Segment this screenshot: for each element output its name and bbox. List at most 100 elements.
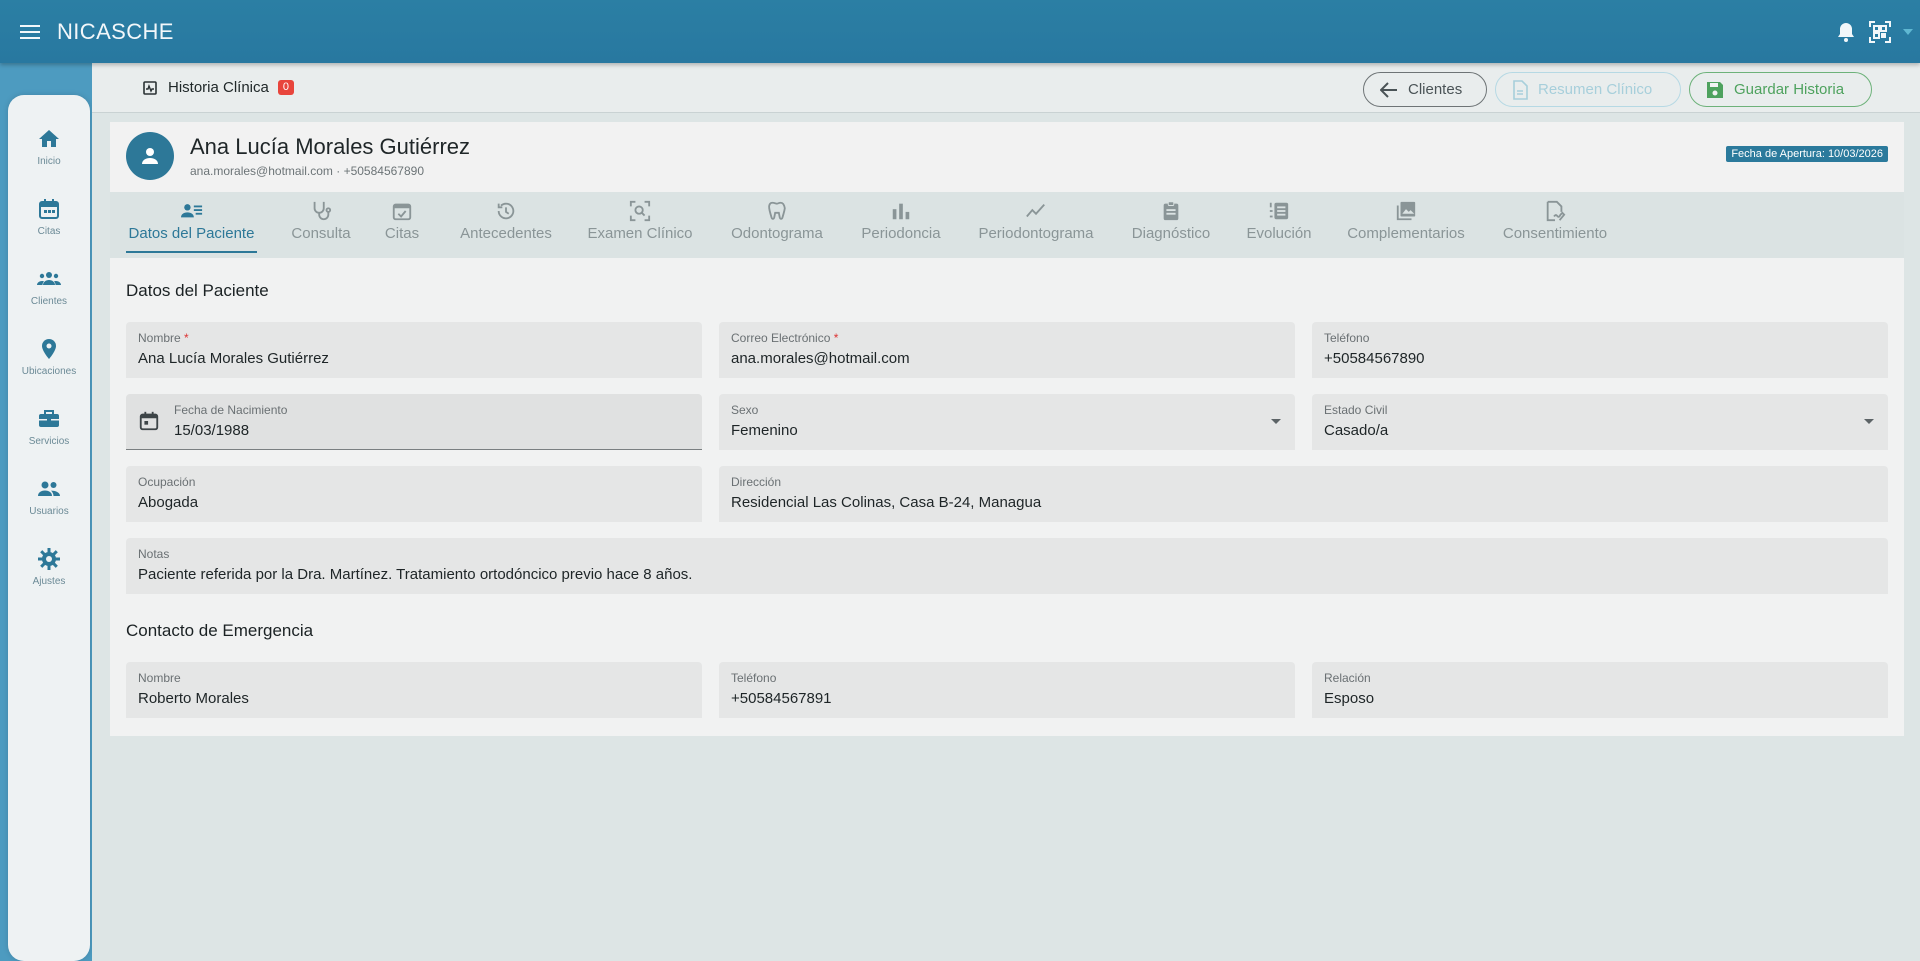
gear-icon: [38, 548, 60, 570]
dropdown-caret-icon: [1864, 419, 1874, 424]
field-label: Dirección: [731, 475, 782, 489]
field-value: Ana Lucía Morales Gutiérrez: [138, 350, 329, 367]
sidebar-item-inicio[interactable]: Inicio: [8, 127, 90, 187]
qr-code-icon[interactable]: [1866, 18, 1894, 46]
field-value: Paciente referida por la Dra. Martínez. …: [138, 566, 693, 583]
tab-complementarios[interactable]: Complementarios: [1344, 200, 1468, 254]
person-icon: [142, 148, 158, 164]
tab-odontograma[interactable]: Odontograma: [726, 200, 828, 254]
sidebar-item-label: Ajustes: [32, 576, 66, 587]
sidebar-item-citas[interactable]: Citas: [8, 197, 90, 257]
field-label: Teléfono: [1324, 331, 1370, 345]
tab-diagnostico[interactable]: Diagnóstico: [1128, 200, 1214, 254]
field-value: Femenino: [731, 422, 798, 439]
resumen-button-label: Resumen Clínico: [1538, 81, 1653, 98]
back-to-clientes-button[interactable]: Clientes: [1363, 72, 1487, 107]
app-title: NICASCHE: [57, 18, 174, 44]
calendar-check-icon: [392, 203, 412, 221]
arrow-left-icon: [1380, 81, 1397, 98]
page-title: Historia Clínica 0: [142, 79, 294, 96]
tab-consentimiento[interactable]: Consentimiento: [1498, 200, 1612, 254]
page-subheader: Historia Clínica 0 Clientes Resumen Clín…: [92, 63, 1920, 113]
tab-evolucion[interactable]: Evolución: [1244, 200, 1314, 254]
emergencia-nombre-field[interactable]: Nombre Roberto Morales: [126, 662, 702, 718]
nombre-field[interactable]: Nombre * Ana Lucía Morales Gutiérrez: [126, 322, 702, 378]
estado-civil-select[interactable]: Estado Civil Casado/a: [1312, 394, 1888, 450]
field-value: Residencial Las Colinas, Casa B-24, Mana…: [731, 494, 1042, 511]
tab-label: Odontograma: [731, 225, 823, 242]
field-value: Roberto Morales: [138, 690, 249, 707]
account-dropdown-icon[interactable]: [1900, 18, 1916, 46]
guardar-historia-button[interactable]: Guardar Historia: [1689, 72, 1872, 107]
direccion-field[interactable]: Dirección Residencial Las Colinas, Casa …: [719, 466, 1888, 522]
field-value: Abogada: [138, 494, 199, 511]
page-title-text: Historia Clínica: [168, 79, 269, 96]
history-icon: [497, 202, 515, 220]
bar-chart-icon: [892, 203, 910, 220]
field-label: Sexo: [731, 403, 759, 417]
field-value: +50584567891: [731, 690, 832, 707]
tooth-icon: [768, 201, 786, 220]
email-field[interactable]: Correo Electrónico * ana.morales@hotmail…: [719, 322, 1295, 378]
field-label: Ocupación: [138, 475, 196, 489]
menu-icon[interactable]: [17, 19, 43, 45]
emergencia-relacion-field[interactable]: Relación Esposo: [1312, 662, 1888, 718]
notas-field[interactable]: Notas Paciente referida por la Dra. Mart…: [126, 538, 1888, 594]
tab-consulta[interactable]: Consulta: [290, 200, 352, 254]
tab-label: Consulta: [291, 225, 351, 242]
location-pin-icon: [42, 339, 56, 359]
calendar-icon[interactable]: [138, 410, 160, 432]
save-icon: [1707, 81, 1723, 98]
photo-library-icon: [1396, 201, 1416, 221]
signature-icon: [1546, 200, 1566, 222]
field-value: 15/03/1988: [174, 422, 250, 439]
briefcase-icon: [39, 410, 59, 427]
clipboard-icon: [1163, 201, 1179, 221]
telefono-field[interactable]: Teléfono +50584567890: [1312, 322, 1888, 378]
tab-examen-clinico[interactable]: Examen Clínico: [584, 200, 696, 254]
patient-header: Ana Lucía Morales Gutiérrez ana.morales@…: [110, 122, 1904, 192]
field-label: Nombre *: [138, 331, 189, 345]
sidebar-item-ubicaciones[interactable]: Ubicaciones: [8, 337, 90, 397]
sidebar-item-servicios[interactable]: Servicios: [8, 407, 90, 467]
medical-record-icon: [143, 80, 157, 95]
sidebar: Inicio Citas Clientes Ubicaciones Servic…: [8, 95, 90, 961]
guardar-button-label: Guardar Historia: [1734, 81, 1845, 98]
sidebar-item-label: Inicio: [37, 156, 61, 167]
sidebar-item-usuarios[interactable]: Usuarios: [8, 477, 90, 537]
sidebar-item-clientes[interactable]: Clientes: [8, 267, 90, 327]
tab-periodontograma[interactable]: Periodontograma: [974, 200, 1098, 254]
tab-antecedentes[interactable]: Antecedentes: [456, 200, 556, 254]
groups-icon: [37, 272, 61, 285]
tab-label: Periodoncia: [861, 225, 941, 242]
sidebar-item-label: Servicios: [28, 436, 70, 447]
field-label: Estado Civil: [1324, 403, 1388, 417]
tab-label: Antecedentes: [460, 225, 552, 242]
line-chart-icon: [1026, 203, 1045, 218]
bell-icon[interactable]: [1832, 18, 1860, 46]
sidebar-item-label: Clientes: [30, 296, 68, 307]
field-label: Teléfono: [731, 671, 777, 685]
ocupacion-field[interactable]: Ocupación Abogada: [126, 466, 702, 522]
resumen-clinico-button[interactable]: Resumen Clínico: [1495, 72, 1681, 107]
count-badge: 0: [277, 80, 294, 95]
tab-datos-del-paciente[interactable]: Datos del Paciente: [126, 200, 257, 254]
person-list-icon: [180, 204, 202, 218]
tab-label: Consentimiento: [1502, 225, 1608, 242]
tab-periodoncia[interactable]: Periodoncia: [858, 200, 944, 254]
field-value: ana.morales@hotmail.com: [731, 350, 910, 367]
document-icon: [1513, 79, 1528, 100]
home-icon: [39, 130, 59, 147]
tab-citas[interactable]: Citas: [384, 200, 420, 254]
field-label: Correo Electrónico *: [731, 331, 839, 345]
sidebar-item-ajustes[interactable]: Ajustes: [8, 547, 90, 607]
sexo-select[interactable]: Sexo Femenino: [719, 394, 1295, 450]
scan-search-icon: [629, 200, 651, 222]
patient-name: Ana Lucía Morales Gutiérrez: [190, 134, 471, 159]
field-label: Relación: [1324, 671, 1371, 685]
emergencia-telefono-field[interactable]: Teléfono +50584567891: [719, 662, 1295, 718]
stethoscope-icon: [313, 201, 332, 221]
people-icon: [38, 481, 60, 496]
fecha-nacimiento-field[interactable]: Fecha de Nacimiento 15/03/1988: [126, 394, 702, 450]
sidebar-item-label: Citas: [37, 226, 61, 237]
